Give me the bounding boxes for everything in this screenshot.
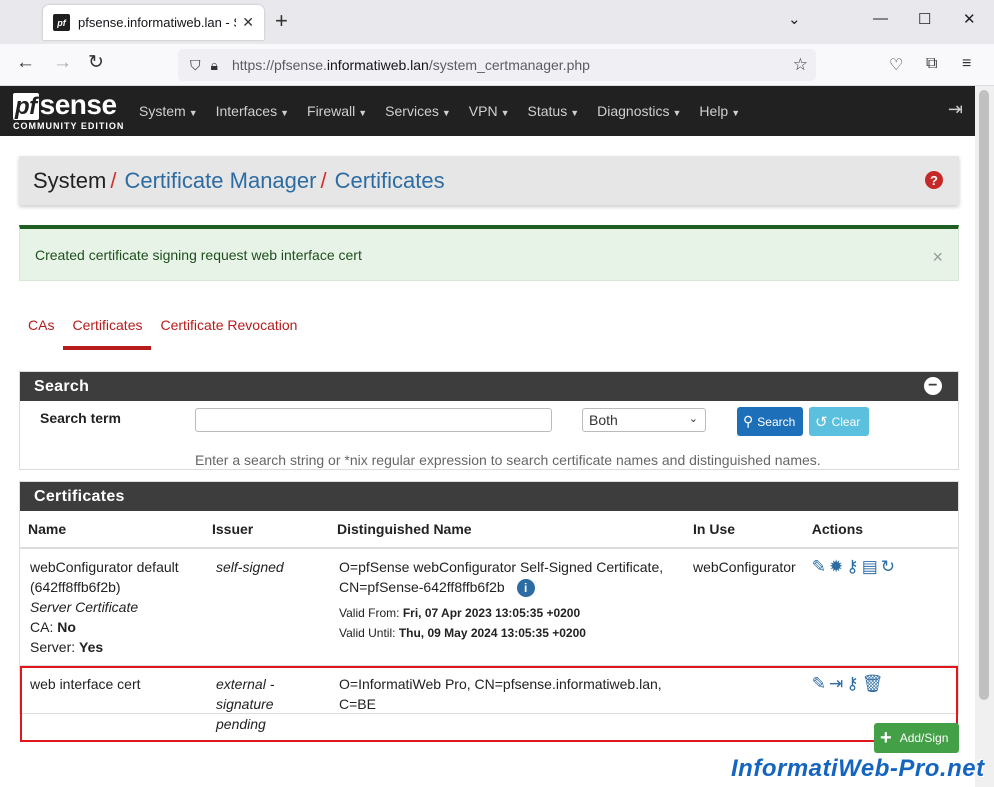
cert-issuer: self-signed xyxy=(204,547,329,666)
window-close-icon[interactable]: ✕ xyxy=(963,10,976,28)
search-button[interactable]: ⚲ Search xyxy=(737,407,803,436)
menu-vpn[interactable]: VPN ▼ xyxy=(460,103,519,119)
menu-help[interactable]: Help ▼ xyxy=(690,103,749,119)
help-icon[interactable]: ? xyxy=(925,171,943,189)
menu-icon[interactable]: ≡ xyxy=(962,55,971,73)
search-input[interactable] xyxy=(195,408,552,432)
new-tab-icon[interactable]: + xyxy=(275,10,288,32)
edit-pencil-icon[interactable]: ✎ xyxy=(812,674,826,693)
col-distinguished-name[interactable]: Distinguished Name xyxy=(329,511,685,549)
cert-name: webConfigurator default (642ff8ffb6f2b) xyxy=(30,559,179,595)
bookmark-star-icon[interactable]: ☆ xyxy=(793,55,808,75)
menu-status[interactable]: Status ▼ xyxy=(519,103,589,119)
cert-tabs: CAs Certificates Certificate Revocation xyxy=(19,312,306,350)
pocket-icon[interactable]: ♡ xyxy=(889,55,903,75)
maximize-icon[interactable]: ☐ xyxy=(918,10,931,28)
alert-message: Created certificate signing request web … xyxy=(35,246,362,263)
menu-services[interactable]: Services ▼ xyxy=(376,103,460,119)
success-alert: Created certificate signing request web … xyxy=(19,225,959,281)
main-menu: System ▼ Interfaces ▼ Firewall ▼ Services ▼ … xyxy=(130,86,749,136)
list-tabs-icon[interactable]: ⌄ xyxy=(788,10,801,28)
watermark: InformatiWeb-Pro.net xyxy=(731,755,985,782)
sign-import-icon[interactable]: ⇥ xyxy=(829,674,843,693)
close-icon[interactable]: × xyxy=(932,247,943,268)
renew-icon[interactable]: ↻ xyxy=(881,557,895,576)
info-icon[interactable]: i xyxy=(516,579,535,598)
col-name[interactable]: Name xyxy=(20,511,204,549)
col-issuer[interactable]: Issuer xyxy=(204,511,329,549)
tab-certificates[interactable]: Certificates xyxy=(63,312,152,350)
menu-firewall[interactable]: Firewall ▼ xyxy=(298,103,376,119)
breadcrumb-certificate-manager[interactable]: Certificate Manager xyxy=(124,168,316,194)
menu-diagnostics[interactable]: Diagnostics ▼ xyxy=(588,103,690,119)
url-text: https://pfsense.informatiweb.lan/system_… xyxy=(231,57,590,73)
menu-system[interactable]: System ▼ xyxy=(130,103,207,119)
collapse-icon[interactable]: − xyxy=(924,377,942,395)
logout-icon[interactable]: ⇥ xyxy=(948,99,963,120)
search-help-text: Enter a search string or *nix regular ex… xyxy=(195,452,821,468)
extensions-icon[interactable]: ⧉ xyxy=(926,55,937,73)
browser-toolbar: ← → ↻ ⛉ 🔒︎ https://pfsense.informatiweb.… xyxy=(0,44,994,86)
tab-cas[interactable]: CAs xyxy=(19,312,63,350)
breadcrumb-system: System xyxy=(33,167,107,193)
address-bar[interactable]: ⛉ 🔒︎ https://pfsense.informatiweb.lan/sy… xyxy=(178,49,816,81)
browser-tabbar: pf pfsense.informatiweb.lan - Syst ✕ + ⌄… xyxy=(0,0,994,44)
chevron-down-icon: ⌄ xyxy=(688,413,698,425)
menu-interfaces[interactable]: Interfaces ▼ xyxy=(207,103,298,119)
archive-icon[interactable]: ▤ xyxy=(862,557,878,576)
edit-pencil-icon[interactable]: ✎ xyxy=(812,557,826,576)
cert-dn: O=InformatiWeb Pro, CN=pfsense.informati… xyxy=(339,676,662,712)
minimize-icon[interactable]: — xyxy=(873,10,888,27)
export-cert-icon[interactable]: ✹ xyxy=(829,557,843,576)
cert-name: web interface cert xyxy=(20,665,204,742)
server-value: Yes xyxy=(79,639,104,655)
search-icon: ⚲ xyxy=(743,413,754,429)
clear-button[interactable]: ↺ Clear xyxy=(809,407,869,436)
breadcrumb: System / Certificate Manager / Certifica… xyxy=(19,156,959,205)
search-term-label: Search term xyxy=(40,410,121,426)
col-in-use[interactable]: In Use xyxy=(685,511,804,549)
lock-icon[interactable]: 🔒︎ xyxy=(211,57,218,74)
search-panel-heading: Search − xyxy=(20,372,958,401)
pfsense-favicon-icon: pf xyxy=(53,14,70,31)
scrollbar-thumb[interactable] xyxy=(979,90,989,700)
certificates-panel-heading: Certificates xyxy=(20,482,958,511)
valid-from: Fri, 07 Apr 2023 13:05:35 +0200 xyxy=(402,606,581,621)
col-actions: Actions xyxy=(803,511,958,549)
ca-value: No xyxy=(57,619,76,635)
cert-in-use: webConfigurator xyxy=(685,547,804,666)
table-row: webConfigurator default (642ff8ffb6f2b) … xyxy=(20,547,958,666)
undo-icon: ↺ xyxy=(815,413,828,431)
search-panel: Search − Search term Both ⌄ ⚲ Search ↺ C… xyxy=(19,371,959,470)
pfsense-navbar: pf sense COMMUNITY EDITION System ▼ Interf… xyxy=(0,86,975,136)
cert-issuer: external - signature pending xyxy=(204,665,329,742)
export-key-icon[interactable]: ⚷ xyxy=(846,674,858,693)
cert-dn: O=pfSense webConfigurator Self-Signed Ce… xyxy=(339,559,664,595)
export-key-icon[interactable]: ⚷ xyxy=(846,557,858,576)
valid-until: Thu, 09 May 2024 13:05:35 +0200 xyxy=(398,626,586,641)
shield-icon[interactable]: ⛉ xyxy=(190,57,201,74)
trash-icon[interactable]: 🗑︎ xyxy=(862,674,884,693)
cert-in-use xyxy=(685,665,804,742)
breadcrumb-certificates[interactable]: Certificates xyxy=(335,168,445,194)
pfsense-logo[interactable]: pf sense COMMUNITY EDITION xyxy=(13,90,124,131)
browser-tab[interactable]: pf pfsense.informatiweb.lan - Syst ✕ xyxy=(43,5,264,40)
search-scope-select[interactable]: Both ⌄ xyxy=(582,408,706,432)
cert-type: Server Certificate xyxy=(30,599,139,615)
certificates-panel: Certificates Name Issuer Distinguished N… xyxy=(19,481,959,742)
tab-title: pfsense.informatiweb.lan - Syst xyxy=(78,15,236,30)
forward-icon[interactable]: → xyxy=(53,53,72,73)
back-icon[interactable]: ← xyxy=(16,53,35,73)
certificates-table: Name Issuer Distinguished Name In Use Ac… xyxy=(20,511,958,742)
tab-certificate-revocation[interactable]: Certificate Revocation xyxy=(151,312,306,350)
table-row: web interface cert external - signature … xyxy=(20,665,958,742)
close-tab-icon[interactable]: ✕ xyxy=(242,14,254,31)
add-sign-button[interactable]: + Add/Sign xyxy=(874,723,959,753)
plus-icon: + xyxy=(880,727,892,749)
reload-icon[interactable]: ↻ xyxy=(88,53,104,73)
